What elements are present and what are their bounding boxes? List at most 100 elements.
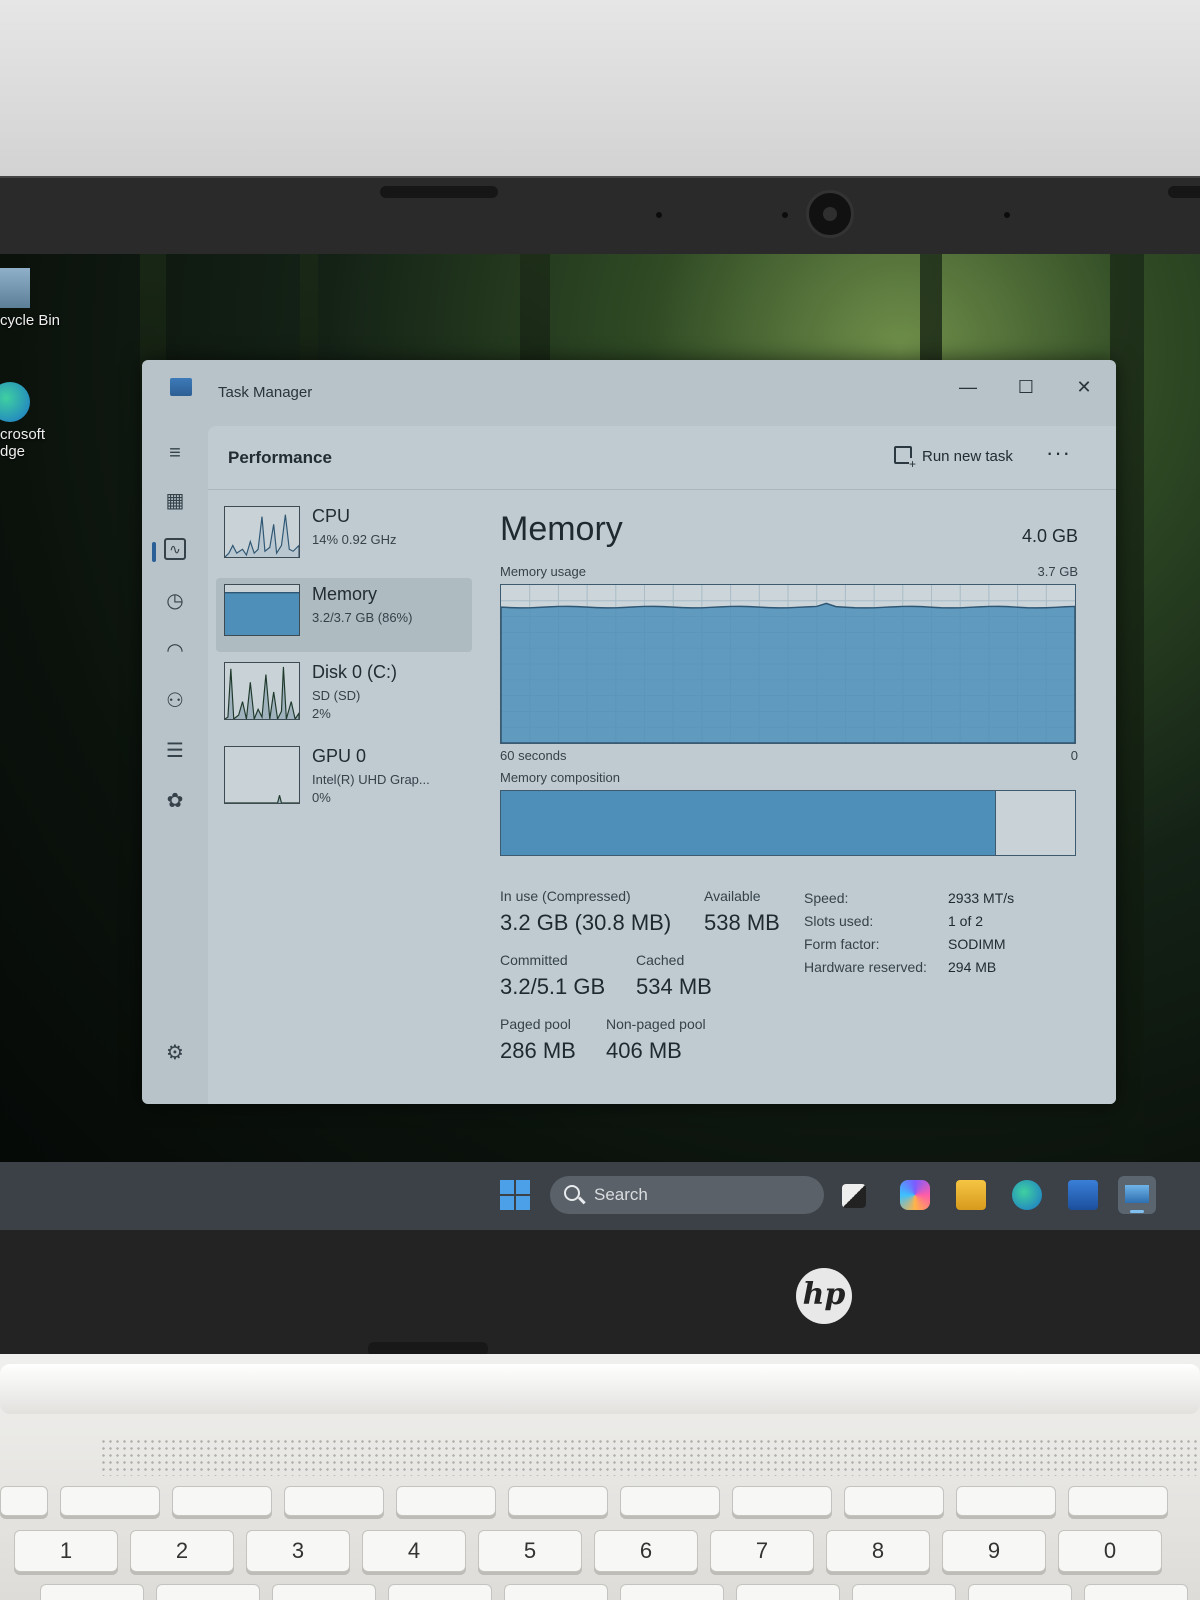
task-view-icon[interactable]: [842, 1184, 866, 1208]
desktop-icon-label: cycle Bin: [0, 312, 61, 329]
task-manager-icon: [170, 378, 192, 396]
keyboard-key: [284, 1486, 384, 1516]
keyboard-key-2: 2: [130, 1530, 234, 1572]
keyboard-key-4: 4: [362, 1530, 466, 1572]
bezel-slot: [1168, 186, 1200, 198]
copilot-icon[interactable]: [900, 1180, 930, 1210]
keyboard-key-9: 9: [942, 1530, 1046, 1572]
disk-thumbnail-graph: [224, 662, 300, 720]
close-button[interactable]: ✕: [1064, 372, 1104, 402]
perf-item-name: GPU 0: [312, 746, 367, 766]
search-placeholder: Search: [594, 1185, 648, 1204]
maximize-button[interactable]: ☐: [1006, 372, 1046, 402]
perf-item-detail: Intel(R) UHD Grap...: [312, 772, 430, 787]
perf-item-memory[interactable]: Memory 3.2/3.7 GB (86%): [216, 578, 472, 652]
services-icon[interactable]: ✿: [162, 788, 188, 814]
hamburger-icon[interactable]: ≡: [162, 440, 188, 466]
committed-label: Committed: [500, 952, 568, 968]
memory-composition-bar: [500, 790, 1076, 856]
edge-icon: [0, 382, 30, 422]
webcam: [806, 190, 854, 238]
keyboard-key: [732, 1486, 832, 1516]
file-explorer-icon[interactable]: [956, 1180, 986, 1210]
page-title: Performance: [228, 448, 332, 467]
keyboard-key-8: 8: [826, 1530, 930, 1572]
spec-value-form-factor: SODIMM: [948, 936, 1006, 952]
laptop-top-bezel: [0, 176, 1200, 254]
gpu-thumbnail-graph: [224, 746, 300, 804]
microsoft-store-icon[interactable]: [1068, 1180, 1098, 1210]
sensor-dot: [656, 212, 662, 218]
startup-apps-icon[interactable]: ◠: [162, 638, 188, 664]
processes-icon[interactable]: ▦: [162, 488, 188, 514]
laptop-keyboard-deck: 1 2 3 4 5 6 7 8 9 0: [0, 1354, 1200, 1600]
spec-key-hardware-reserved: Hardware reserved:: [804, 959, 927, 975]
non-paged-pool-value: 406 MB: [606, 1038, 682, 1063]
graph-time-label: 60 seconds: [500, 748, 567, 763]
command-bar: Performance Run new task ···: [208, 426, 1116, 490]
perf-item-cpu[interactable]: CPU 14% 0.92 GHz: [216, 500, 472, 574]
bezel-slot: [380, 186, 498, 198]
memory-detail-panel: Memory 4.0 GB Memory usage 3.7 GB 60 sec…: [498, 490, 1098, 1104]
keyboard-key: [1084, 1584, 1188, 1600]
cpu-thumbnail-graph: [224, 506, 300, 558]
performance-icon[interactable]: ∿: [164, 538, 186, 560]
perf-item-name: Disk 0 (C:): [312, 662, 397, 682]
settings-icon[interactable]: ⚙: [162, 1040, 188, 1066]
keyboard-key: [736, 1584, 840, 1600]
perf-item-gpu[interactable]: GPU 0 Intel(R) UHD Grap... 0%: [216, 740, 472, 814]
run-new-task-button[interactable]: Run new task: [894, 446, 1013, 470]
windows-logo-tile: [500, 1196, 514, 1210]
task-manager-icon: [1125, 1185, 1149, 1203]
desktop-icon-edge[interactable]: crosoft dge: [0, 382, 45, 460]
laptop-screen: cycle Bin crosoft dge Task Manager — ☐ ✕…: [0, 254, 1200, 1230]
keyboard-key: [844, 1486, 944, 1516]
perf-item-usage: 0%: [312, 790, 331, 805]
title-bar[interactable]: Task Manager — ☐ ✕: [142, 360, 1116, 426]
composition-in-use-segment: [501, 791, 995, 855]
running-indicator: [1130, 1210, 1144, 1213]
palm-edge: [0, 1364, 1200, 1414]
app-history-icon[interactable]: ◷: [162, 588, 188, 614]
non-paged-pool-label: Non-paged pool: [606, 1016, 706, 1032]
memory-thumbnail-graph: [224, 584, 300, 636]
wall-background: [0, 0, 1200, 180]
windows-logo-tile: [516, 1180, 530, 1194]
run-new-task-label: Run new task: [922, 448, 1013, 465]
perf-item-detail: SD (SD): [312, 688, 361, 703]
taskbar: Search: [0, 1162, 1200, 1230]
keyboard-key: [40, 1584, 144, 1600]
available-value: 538 MB: [704, 910, 780, 935]
paged-pool-value: 286 MB: [500, 1038, 576, 1063]
keyboard-key: [956, 1486, 1056, 1516]
active-indicator: [152, 542, 156, 562]
cached-label: Cached: [636, 952, 685, 968]
nav-rail: ≡ ▦ ∿ ◷ ◠ ⚇ ☰ ✿ ⚙: [142, 426, 208, 1104]
laptop-bottom-bezel: hp: [0, 1230, 1200, 1356]
task-manager-window: Task Manager — ☐ ✕ ≡ ▦ ∿ ◷ ◠ ⚇ ☰ ✿ ⚙ Per…: [142, 360, 1116, 1104]
details-icon[interactable]: ☰: [162, 738, 188, 764]
keyboard-key: [620, 1584, 724, 1600]
composition-divider: [994, 791, 997, 855]
taskbar-search-box[interactable]: Search: [550, 1176, 824, 1214]
spec-value-speed: 2933 MT/s: [948, 890, 1015, 906]
minimize-button[interactable]: —: [948, 372, 988, 402]
keyboard-key: [1068, 1486, 1168, 1516]
keyboard-key: [620, 1486, 720, 1516]
desktop-icon-recycle-bin[interactable]: cycle Bin: [0, 268, 60, 329]
perf-item-name: Memory: [312, 584, 378, 604]
start-button[interactable]: [500, 1180, 530, 1210]
keyboard-key: [172, 1486, 272, 1516]
task-manager-taskbar-button[interactable]: [1118, 1176, 1156, 1214]
perf-item-name: CPU: [312, 506, 351, 526]
committed-value: 3.2/5.1 GB: [500, 974, 606, 999]
perf-item-disk[interactable]: Disk 0 (C:) SD (SD) 2%: [216, 656, 472, 730]
search-icon: [564, 1185, 580, 1201]
keyboard-key: [504, 1584, 608, 1600]
spec-value-hardware-reserved: 294 MB: [948, 959, 997, 975]
more-options-button[interactable]: ···: [1046, 440, 1071, 466]
users-icon[interactable]: ⚇: [162, 688, 188, 714]
spec-key-slots: Slots used:: [804, 913, 874, 929]
paged-pool-label: Paged pool: [500, 1016, 571, 1032]
edge-icon[interactable]: [1012, 1180, 1042, 1210]
